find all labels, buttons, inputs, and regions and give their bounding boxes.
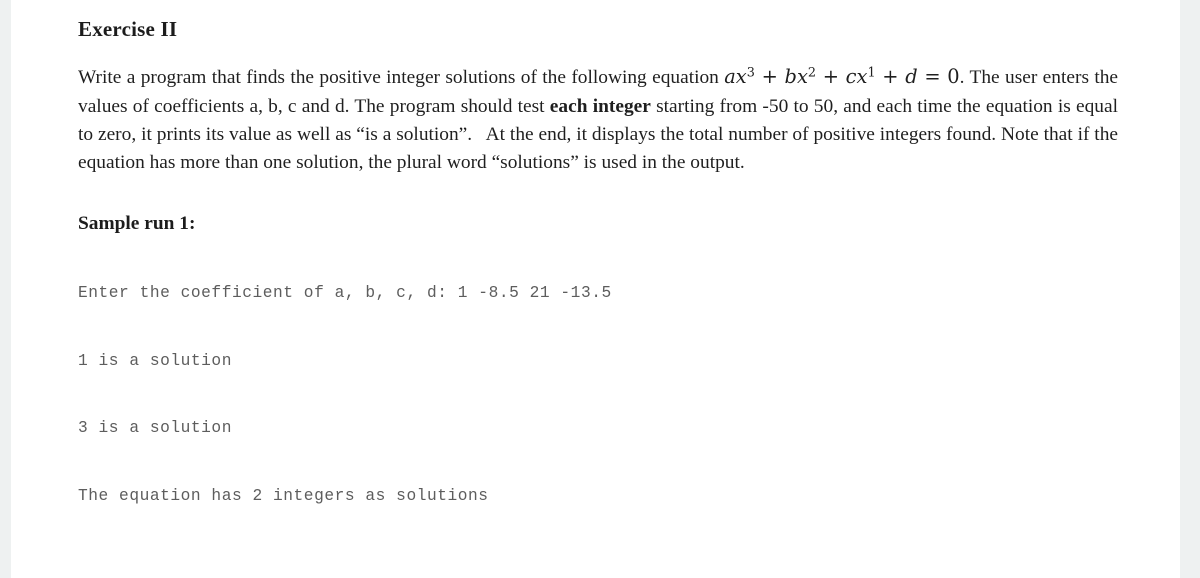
equation-term-d: d — [905, 65, 918, 89]
equation-plus-2: + — [816, 65, 846, 89]
description-segment-1: Write a program that finds the positive … — [78, 67, 725, 89]
exercise-description: Write a program that finds the positive … — [78, 63, 1118, 178]
equation-inline: ax3 + bx2 + cx1 + d = 0 — [724, 65, 959, 88]
sample-run-1-label: Sample run 1: — [78, 212, 196, 234]
document-content: Exercise II Write a program that finds t… — [78, 17, 1123, 578]
equation-exponent-b: 2 — [807, 65, 817, 81]
console-line: 1 is a solution — [78, 351, 232, 370]
equation-plus-3: + — [875, 65, 906, 89]
equation-term-b: bx — [784, 65, 808, 89]
console-line: Enter the coefficient of a, b, c, d: 1 -… — [78, 283, 612, 302]
page-title: Exercise II — [78, 17, 178, 41]
sample-run-1-console: Enter the coefficient of a, b, c, d: 1 -… — [78, 237, 1123, 553]
equation-rhs: 0 — [947, 65, 960, 89]
description-bold-phrase: each integer — [549, 95, 651, 117]
equation-exponent-a: 3 — [746, 65, 755, 81]
equation-term-a: ax — [724, 65, 747, 89]
equation-plus-1: + — [754, 65, 785, 89]
console-line: 3 is a solution — [78, 419, 232, 438]
console-line: The equation has 2 integers as solutions — [78, 487, 489, 506]
equation-exponent-c: 1 — [867, 65, 876, 81]
equation-equals: = — [917, 65, 948, 89]
sample-run-1: Sample run 1: Enter the coefficient of a… — [78, 212, 1123, 553]
document-page: Exercise II Write a program that finds t… — [11, 0, 1180, 578]
equation-term-c: cx — [845, 65, 868, 89]
